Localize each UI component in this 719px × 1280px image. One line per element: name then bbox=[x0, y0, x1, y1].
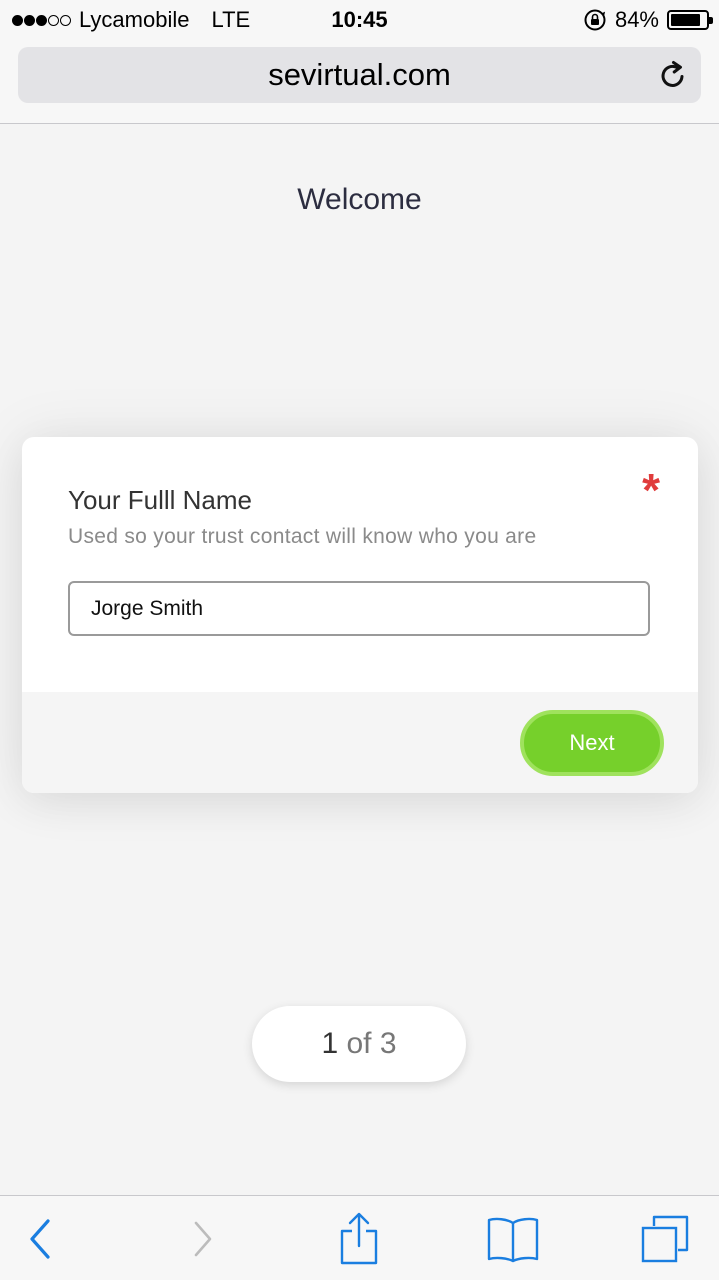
field-label: Your Fulll Name bbox=[68, 485, 253, 515]
battery-tip bbox=[709, 17, 713, 24]
back-button[interactable] bbox=[14, 1212, 68, 1266]
signal-strength-icon bbox=[12, 14, 71, 26]
status-right: 84% bbox=[583, 6, 713, 34]
bookmarks-button[interactable] bbox=[486, 1212, 540, 1266]
signal-dot bbox=[36, 14, 47, 26]
back-icon bbox=[30, 1219, 50, 1259]
forward-button[interactable] bbox=[176, 1212, 230, 1266]
tabs-icon bbox=[641, 1215, 689, 1263]
signal-dot bbox=[48, 14, 59, 26]
url-text[interactable]: sevirtual.com bbox=[18, 47, 701, 103]
battery-fill bbox=[671, 14, 700, 26]
forward-icon bbox=[194, 1221, 212, 1257]
page-current: 1 bbox=[321, 1027, 339, 1060]
full-name-input[interactable] bbox=[68, 581, 650, 636]
required-asterisk: * bbox=[642, 464, 660, 516]
signal-dot bbox=[12, 14, 23, 26]
tabs-button[interactable] bbox=[638, 1212, 692, 1266]
name-form-card: Your Fulll Name * Used so your trust con… bbox=[22, 437, 698, 793]
page-title: Welcome bbox=[297, 183, 422, 216]
browser-toolbar bbox=[0, 1195, 719, 1280]
bookmarks-icon bbox=[487, 1217, 539, 1263]
field-help-text: Used so your trust contact will know who… bbox=[68, 525, 537, 548]
address-bar[interactable]: sevirtual.com bbox=[18, 47, 701, 103]
share-icon bbox=[340, 1212, 378, 1265]
status-bar: Lycamobile LTE 10:45 84% bbox=[0, 0, 719, 40]
signal-dot bbox=[60, 14, 71, 26]
card-footer: Next bbox=[22, 692, 698, 793]
battery-percent: 84% bbox=[614, 7, 659, 32]
browser-address-area: sevirtual.com bbox=[0, 40, 719, 124]
network-type: LTE bbox=[211, 7, 251, 32]
signal-dot bbox=[24, 14, 35, 26]
page-total: of 3 bbox=[338, 1027, 397, 1060]
status-left: Lycamobile LTE bbox=[12, 6, 250, 34]
page-counter: 1 of 3 bbox=[252, 1006, 466, 1082]
battery-icon bbox=[667, 10, 713, 30]
share-button[interactable] bbox=[332, 1212, 386, 1266]
carrier-name: Lycamobile bbox=[79, 7, 190, 32]
orientation-lock-icon bbox=[584, 9, 606, 31]
next-button[interactable]: Next bbox=[520, 710, 664, 776]
reload-icon[interactable] bbox=[657, 59, 689, 91]
